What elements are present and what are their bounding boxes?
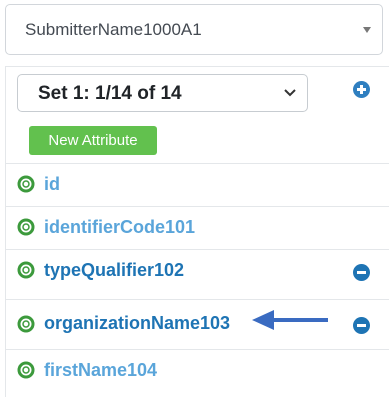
attribute-row-organizationname103[interactable]: organizationName103	[6, 299, 389, 349]
new-attribute-button[interactable]: New Attribute	[29, 126, 157, 155]
chevron-down-icon	[284, 89, 296, 97]
attribute-row-typequalifier102[interactable]: typeQualifier102	[6, 249, 389, 292]
remove-attribute-button[interactable]	[353, 264, 370, 281]
attribute-label[interactable]: organizationName103	[44, 313, 230, 334]
add-set-button[interactable]	[353, 81, 370, 98]
attribute-row-identifiercode101[interactable]: identifierCode101	[6, 206, 389, 249]
submitter-select[interactable]: SubmitterName1000A1	[5, 4, 383, 55]
attribute-label[interactable]: id	[44, 174, 60, 195]
attribute-panel: Set 1: 1/14 of 14 New Attribute id ident…	[5, 66, 389, 397]
attribute-label[interactable]: identifierCode101	[44, 217, 195, 238]
remove-attribute-button[interactable]	[353, 317, 370, 334]
lifebuoy-icon	[17, 218, 35, 236]
set-select-value: Set 1: 1/14 of 14	[38, 83, 182, 104]
submitter-select-value: SubmitterName1000A1	[25, 20, 202, 39]
lifebuoy-icon	[17, 261, 35, 279]
lifebuoy-icon	[17, 361, 35, 379]
attribute-label[interactable]: firstName104	[44, 360, 157, 381]
attribute-label[interactable]: typeQualifier102	[44, 260, 184, 281]
lifebuoy-icon	[17, 175, 35, 193]
caret-down-icon	[363, 27, 371, 33]
attribute-row-firstname104[interactable]: firstName104	[6, 349, 389, 392]
pointer-arrow-icon	[252, 310, 328, 330]
attribute-row-id[interactable]: id	[6, 163, 389, 206]
set-select[interactable]: Set 1: 1/14 of 14	[17, 74, 308, 112]
lifebuoy-icon	[17, 315, 35, 333]
